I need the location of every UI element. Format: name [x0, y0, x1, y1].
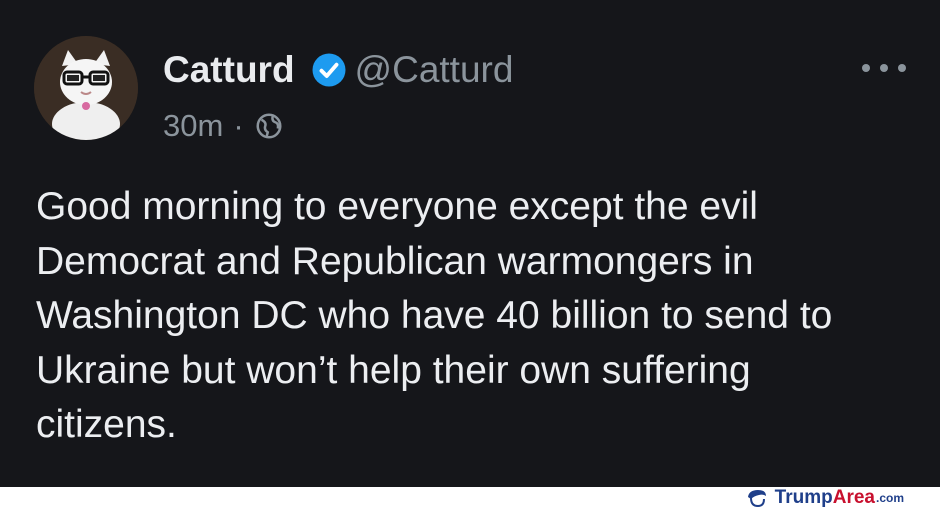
display-name[interactable]: Catturd: [163, 46, 295, 94]
tweet-card: Catturd @Catturd 30m · Good morning to e…: [0, 0, 940, 487]
more-dot: [898, 64, 906, 72]
trump-hair-logo-icon: [747, 490, 766, 508]
more-dot: [862, 64, 870, 72]
watermark-suffix: .com: [875, 491, 904, 505]
watermark: Trump Area .com: [745, 487, 904, 509]
tweet-timestamp[interactable]: 30m: [163, 104, 223, 148]
user-name-row: Catturd @Catturd: [163, 46, 513, 94]
avatar[interactable]: [34, 36, 138, 140]
user-handle[interactable]: @Catturd: [355, 46, 514, 94]
avatar-cat-image: [34, 36, 138, 140]
verified-badge-icon: [311, 52, 347, 88]
tweet-meta-row: 30m ·: [163, 104, 284, 148]
more-dot: [880, 64, 888, 72]
tweet-text: Good morning to everyone except the evil…: [36, 185, 833, 446]
watermark-brand-part1: Trump: [774, 487, 833, 508]
more-options-icon[interactable]: [862, 56, 906, 80]
watermark-brand-part2: Area: [832, 487, 875, 508]
meta-separator: ·: [233, 108, 244, 143]
globe-icon: [254, 111, 284, 141]
